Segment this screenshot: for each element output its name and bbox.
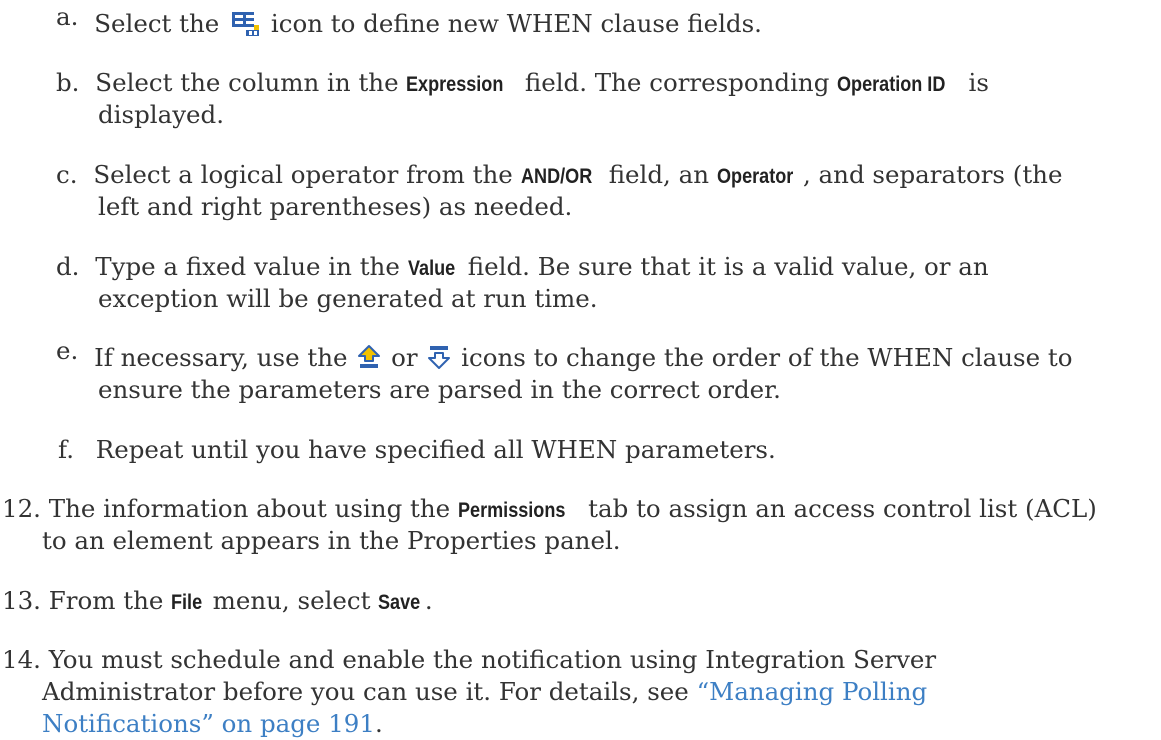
step-marker: e. — [56, 336, 79, 365]
step-text: The information about using the — [48, 494, 451, 523]
step-text: icon to define new WHEN clause fields. — [270, 9, 762, 38]
ui-term-permissions: Permissions — [457, 499, 566, 522]
step-text: tab to assign an access control list (AC… — [588, 494, 1097, 523]
add-when-clause-icon — [229, 9, 261, 37]
step-marker: b. — [56, 68, 80, 97]
managing-polling-notifications-link-cont[interactable]: Notifications” on page 191 — [42, 709, 375, 738]
managing-polling-notifications-link[interactable]: “Managing Polling — [697, 677, 928, 706]
step-marker: d. — [56, 252, 80, 281]
step-text: . — [424, 586, 433, 615]
step-13: 13. From the File menu, select Save. — [2, 585, 433, 619]
ui-term-expression: Expression — [406, 73, 504, 96]
ui-term-operation-id: Operation ID — [837, 73, 946, 96]
step-e: e. If necessary, use the or icons to cha… — [56, 336, 1073, 374]
step-text: Select the — [94, 9, 220, 38]
step-text: You must schedule and enable the notific… — [48, 645, 937, 674]
step-text: icons to change the order of the WHEN cl… — [461, 343, 1073, 372]
step-text: Repeat until you have specified all WHEN… — [95, 435, 776, 464]
step-12: 12. The information about using the Perm… — [2, 493, 1097, 527]
step-text: is — [968, 68, 989, 97]
step-12-line2: to an element appears in the Properties … — [42, 526, 621, 555]
step-text: , and separators (the — [802, 160, 1063, 189]
step-marker: f. — [58, 435, 74, 464]
step-b: b. Select the column in the Expression f… — [56, 67, 989, 101]
step-marker: 13. — [2, 586, 41, 615]
step-a: a. Select the icon to define new WHEN cl… — [56, 2, 762, 40]
step-d-line2: exception will be generated at run time. — [98, 284, 598, 313]
step-marker: 12. — [2, 494, 41, 523]
ui-term-file: File — [171, 591, 203, 614]
step-d: d. Type a fixed value in the Value field… — [56, 251, 989, 285]
step-text: Select a logical operator from the — [93, 160, 513, 189]
step-text: or — [391, 343, 418, 372]
step-b-line2: displayed. — [98, 100, 225, 129]
step-text: From the — [48, 586, 164, 615]
step-marker: 14. — [2, 645, 41, 674]
step-text: Administrator before you can use it. For… — [42, 677, 689, 706]
ui-term-operator: Operator — [716, 165, 794, 188]
step-text: field. The corresponding — [524, 68, 830, 97]
ui-term-save: Save — [378, 591, 421, 614]
step-text: Type a fixed value in the — [95, 252, 400, 281]
step-c: c. Select a logical operator from the AN… — [56, 159, 1062, 193]
step-text: field, an — [608, 160, 710, 189]
move-down-icon — [427, 344, 451, 370]
step-text: Select the column in the — [95, 68, 399, 97]
step-c-line2: left and right parentheses) as needed. — [98, 192, 573, 221]
step-text: If necessary, use the — [94, 343, 348, 372]
step-text: menu, select — [212, 586, 371, 615]
ui-term-value: Value — [407, 257, 455, 280]
step-14-line2: Administrator before you can use it. For… — [42, 676, 927, 708]
step-14: 14. You must schedule and enable the not… — [2, 644, 936, 676]
step-text: field. Be sure that it is a valid value,… — [467, 252, 989, 281]
step-text: . — [374, 709, 383, 738]
step-marker: a. — [56, 2, 79, 31]
ui-term-and-or: AND/OR — [520, 165, 592, 188]
step-e-line2: ensure the parameters are parsed in the … — [98, 375, 781, 404]
move-up-icon — [357, 344, 381, 370]
step-14-line3: Notifications” on page 191. — [42, 708, 383, 740]
step-f: f. Repeat until you have specified all W… — [56, 434, 776, 466]
step-marker: c. — [56, 160, 78, 189]
